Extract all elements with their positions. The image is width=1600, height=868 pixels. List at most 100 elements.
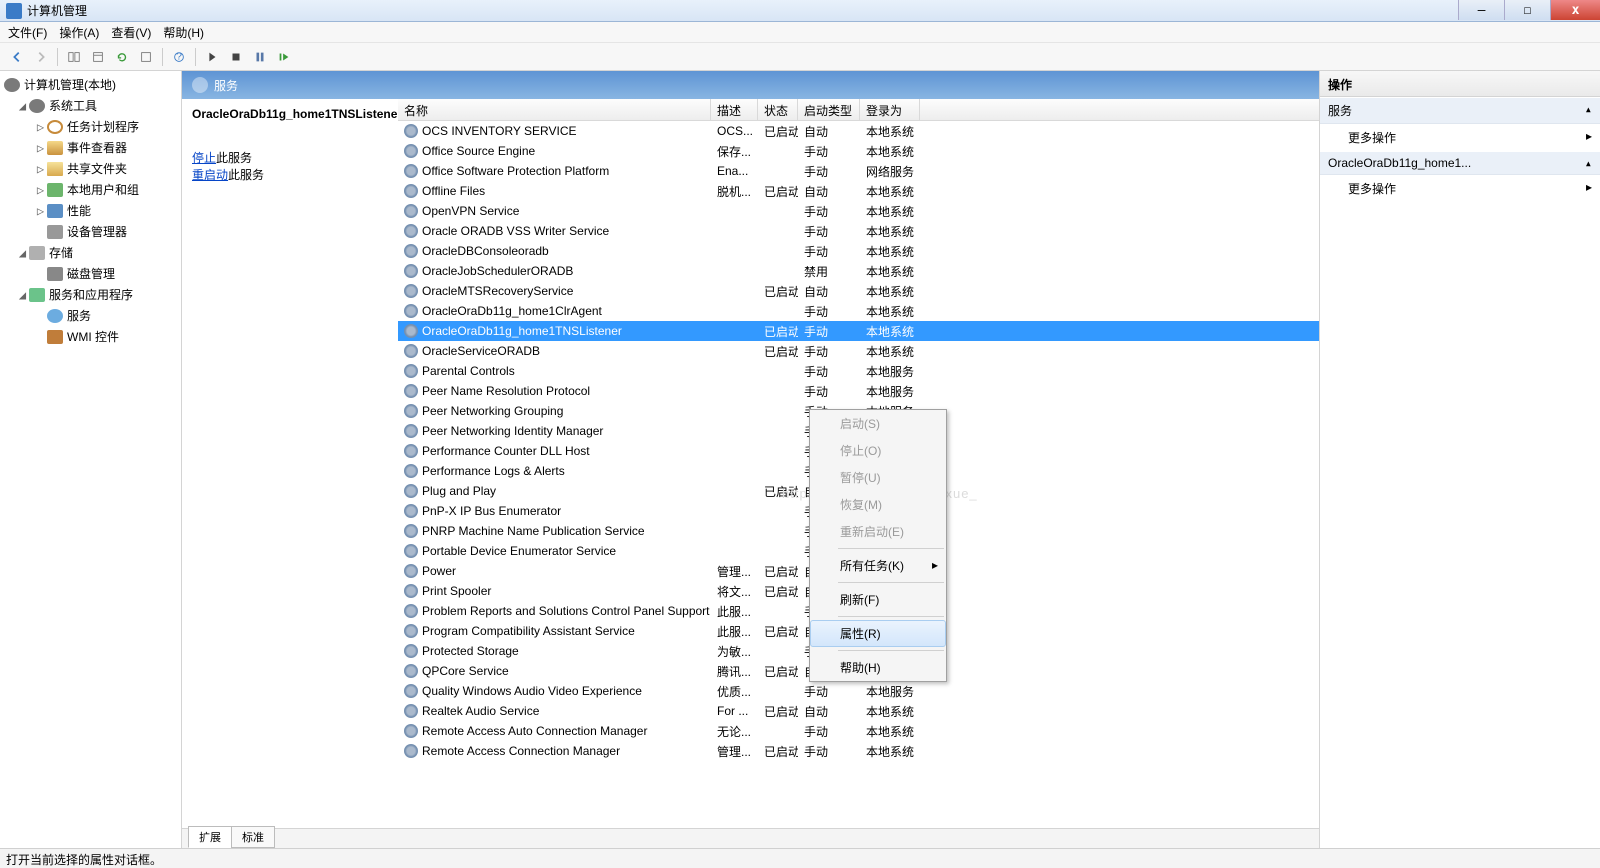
collapse-icon[interactable]: ◢ — [18, 246, 27, 260]
col-logon[interactable]: 登录为 — [860, 99, 920, 120]
tree-root[interactable]: 计算机管理(本地) — [0, 74, 181, 95]
context-item[interactable]: 所有任务(K)▸ — [810, 552, 946, 579]
service-row[interactable]: Remote Access Connection Manager管理...已启动… — [398, 741, 1319, 761]
service-row[interactable]: OCS INVENTORY SERVICEOCS...已启动自动本地系统 — [398, 121, 1319, 141]
context-item: 恢复(M) — [810, 491, 946, 518]
menu-file[interactable]: 文件(F) — [8, 24, 47, 41]
service-row[interactable]: OracleOraDb11g_home1TNSListener已启动手动本地系统 — [398, 321, 1319, 341]
service-row[interactable]: Office Source Engine保存...手动本地系统 — [398, 141, 1319, 161]
collapse-icon[interactable]: ▴ — [1585, 102, 1592, 119]
context-item[interactable]: 属性(R) — [810, 620, 946, 647]
service-row[interactable]: Parental Controls手动本地服务 — [398, 361, 1319, 381]
menu-help[interactable]: 帮助(H) — [163, 24, 204, 41]
window-controls: — ☐ x — [1458, 0, 1600, 20]
context-item[interactable]: 刷新(F) — [810, 586, 946, 613]
context-item[interactable]: 帮助(H) — [810, 654, 946, 681]
start-service-button[interactable] — [201, 46, 223, 68]
service-name: Offline Files — [422, 184, 485, 198]
actions-more-1[interactable]: 更多操作▸ — [1320, 124, 1600, 151]
tree-services-apps[interactable]: ◢服务和应用程序 — [0, 284, 181, 305]
toolbar: ? — [0, 43, 1600, 71]
service-row[interactable]: OpenVPN Service手动本地系统 — [398, 201, 1319, 221]
gear-icon — [404, 424, 418, 438]
service-status: 已启动 — [758, 563, 798, 580]
col-status[interactable]: 状态 — [758, 99, 798, 120]
close-button[interactable]: x — [1550, 0, 1600, 20]
expand-icon[interactable]: ▷ — [36, 204, 45, 218]
tab-extended[interactable]: 扩展 — [188, 826, 232, 848]
tree-wmi[interactable]: WMI 控件 — [0, 326, 181, 347]
service-row[interactable]: OracleJobSchedulerORADB禁用本地系统 — [398, 261, 1319, 281]
gear-icon — [404, 484, 418, 498]
pause-service-button[interactable] — [249, 46, 271, 68]
help-button[interactable]: ? — [168, 46, 190, 68]
context-separator — [838, 582, 944, 583]
tree-event-viewer[interactable]: ▷事件查看器 — [0, 137, 181, 158]
expand-icon[interactable]: ▷ — [36, 162, 45, 176]
left-tree-pane: 计算机管理(本地) ◢系统工具 ▷任务计划程序 ▷事件查看器 ▷共享文件夹 ▷本… — [0, 71, 182, 848]
stop-service-link[interactable]: 停止 — [192, 151, 216, 165]
service-row[interactable]: Offline Files脱机...已启动自动本地系统 — [398, 181, 1319, 201]
expand-icon[interactable]: ▷ — [36, 141, 45, 155]
actions-section-services[interactable]: 服务▴ — [1320, 97, 1600, 124]
service-row[interactable]: Quality Windows Audio Video Experience优质… — [398, 681, 1319, 701]
restart-service-button[interactable] — [273, 46, 295, 68]
menu-action[interactable]: 操作(A) — [59, 24, 99, 41]
service-row[interactable]: Realtek Audio ServiceFor ...已启动自动本地系统 — [398, 701, 1319, 721]
collapse-icon[interactable]: ◢ — [18, 288, 27, 302]
service-row[interactable]: OracleServiceORADB已启动手动本地系统 — [398, 341, 1319, 361]
svg-text:?: ? — [176, 50, 182, 62]
tree-storage[interactable]: ◢存储 — [0, 242, 181, 263]
service-icon — [47, 309, 63, 323]
tab-standard[interactable]: 标准 — [231, 826, 275, 848]
service-type: 手动 — [798, 323, 860, 340]
service-row[interactable]: Office Software Protection PlatformEna..… — [398, 161, 1319, 181]
col-desc[interactable]: 描述 — [711, 99, 758, 120]
properties-button[interactable] — [87, 46, 109, 68]
tree-performance[interactable]: ▷性能 — [0, 200, 181, 221]
service-type: 手动 — [798, 723, 860, 740]
expand-icon[interactable]: ▷ — [36, 120, 45, 134]
restart-service-link[interactable]: 重启动 — [192, 168, 228, 182]
service-type: 手动 — [798, 383, 860, 400]
col-name[interactable]: 名称 — [398, 99, 711, 120]
list-header: 名称 描述 状态 启动类型 登录为 — [398, 99, 1319, 121]
forward-button[interactable] — [30, 46, 52, 68]
export-button[interactable] — [135, 46, 157, 68]
tree-local-users[interactable]: ▷本地用户和组 — [0, 179, 181, 200]
tree-services[interactable]: 服务 — [0, 305, 181, 326]
folder-icon — [47, 162, 63, 176]
tree-system-tools[interactable]: ◢系统工具 — [0, 95, 181, 116]
stop-service-link-line: 停止此服务 — [192, 149, 388, 166]
back-button[interactable] — [6, 46, 28, 68]
service-row[interactable]: Peer Name Resolution Protocol手动本地服务 — [398, 381, 1319, 401]
expand-icon[interactable]: ▷ — [36, 183, 45, 197]
collapse-icon[interactable]: ▴ — [1585, 156, 1592, 170]
gear-icon — [404, 404, 418, 418]
service-row[interactable]: Oracle ORADB VSS Writer Service手动本地系统 — [398, 221, 1319, 241]
service-row[interactable]: Remote Access Auto Connection Manager无论.… — [398, 721, 1319, 741]
tree-disk-mgmt[interactable]: 磁盘管理 — [0, 263, 181, 284]
titlebar: 计算机管理 — [0, 0, 1600, 22]
tree-task-scheduler[interactable]: ▷任务计划程序 — [0, 116, 181, 137]
actions-more-2[interactable]: 更多操作▸ — [1320, 175, 1600, 202]
actions-section-selected[interactable]: OracleOraDb11g_home1...▴ — [1320, 151, 1600, 175]
refresh-button[interactable] — [111, 46, 133, 68]
minimize-button[interactable]: — — [1458, 0, 1504, 20]
service-row[interactable]: OracleDBConsoleoradb手动本地系统 — [398, 241, 1319, 261]
service-row[interactable]: OracleOraDb11g_home1ClrAgent手动本地系统 — [398, 301, 1319, 321]
tree-device-manager[interactable]: 设备管理器 — [0, 221, 181, 242]
stop-service-button[interactable] — [225, 46, 247, 68]
menu-view[interactable]: 查看(V) — [111, 24, 151, 41]
service-row[interactable]: OracleMTSRecoveryService已启动自动本地系统 — [398, 281, 1319, 301]
maximize-button[interactable]: ☐ — [1504, 0, 1550, 20]
tree-shared-folders[interactable]: ▷共享文件夹 — [0, 158, 181, 179]
context-item: 重新启动(E) — [810, 518, 946, 545]
col-type[interactable]: 启动类型 — [798, 99, 860, 120]
show-hide-button[interactable] — [63, 46, 85, 68]
service-desc: OCS... — [711, 124, 758, 138]
collapse-icon[interactable]: ◢ — [18, 99, 27, 113]
service-logon: 网络服务 — [860, 163, 920, 180]
service-desc: For ... — [711, 704, 758, 718]
service-type: 手动 — [798, 203, 860, 220]
